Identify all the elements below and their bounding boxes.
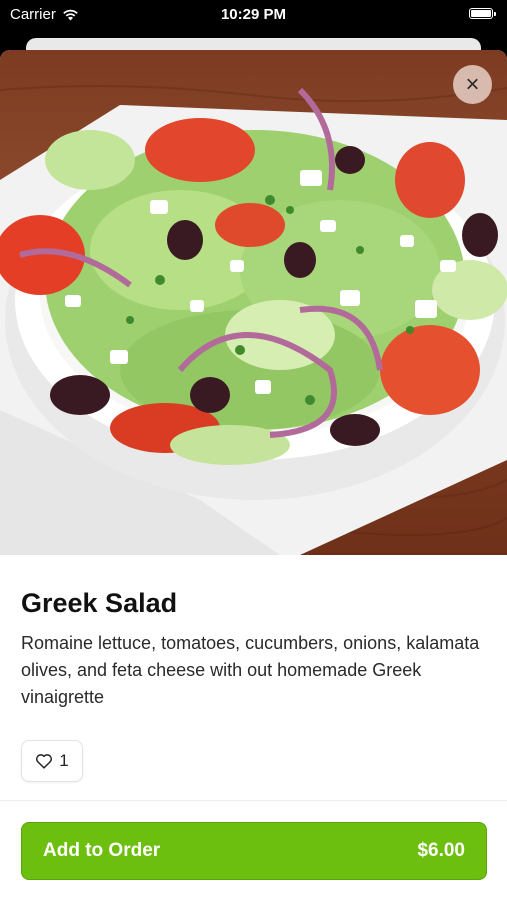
like-count: 1 (59, 751, 69, 770)
add-to-order-button[interactable]: Add to Order $6.00 (21, 822, 487, 880)
heart-icon (36, 754, 53, 769)
item-description: Romaine lettuce, tomatoes, cucumbers, on… (21, 633, 480, 707)
close-icon: × (465, 70, 480, 98)
like-button[interactable]: 1 (21, 740, 83, 782)
item-title: Greek Salad (21, 588, 178, 618)
close-button[interactable]: × (453, 65, 492, 104)
price-label: $6.00 (417, 840, 465, 861)
status-bar: Carrier 10:29 PM (0, 0, 507, 30)
divider (0, 800, 507, 801)
status-time: 10:29 PM (220, 6, 287, 23)
battery-icon (469, 8, 496, 19)
item-image: × (0, 50, 507, 555)
item-detail-sheet: × Greek Salad Romaine lettuce, tomatoes,… (0, 50, 507, 900)
add-to-order-label: Add to Order (43, 840, 161, 861)
salad-illustration (0, 85, 507, 555)
